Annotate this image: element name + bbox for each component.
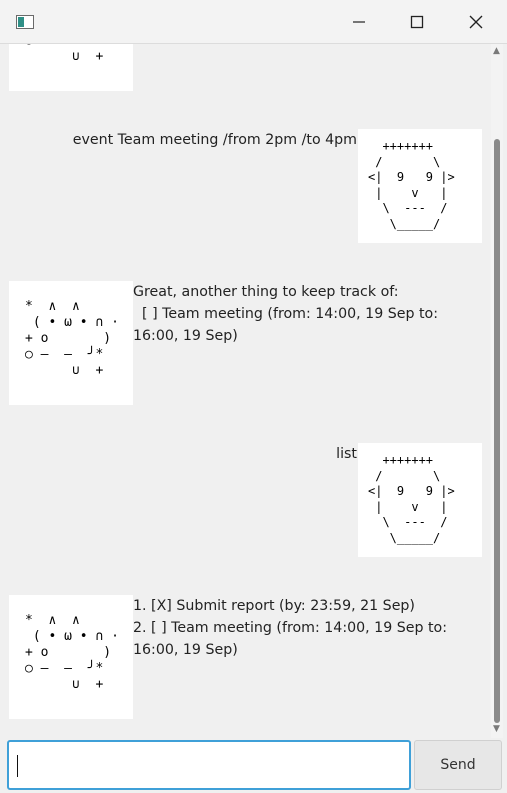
user-avatar: +++++++ / \ <| 9 9 |> | v | \ --- / \___… bbox=[358, 443, 482, 557]
chat-scroll-area[interactable]: * ∧ ∧ ( • ω • ∩ · + o ) ○ ― ― ╯* ∪ + eve… bbox=[0, 44, 507, 738]
chevron-up-icon[interactable]: ▲ bbox=[493, 46, 501, 56]
text-caret bbox=[17, 755, 18, 777]
maximize-icon bbox=[410, 15, 424, 29]
chevron-down-icon[interactable]: ▼ bbox=[493, 724, 501, 734]
user-avatar-art: +++++++ / \ <| 9 9 |> | v | \ --- / \___… bbox=[368, 453, 455, 545]
minimize-icon bbox=[353, 21, 365, 23]
user-avatar: +++++++ / \ <| 9 9 |> | v | \ --- / \___… bbox=[358, 129, 482, 243]
title-bar bbox=[0, 0, 507, 44]
window-app-icon bbox=[16, 15, 34, 29]
message-input[interactable] bbox=[7, 740, 411, 790]
bot-message-line: Great, another thing to keep track of: bbox=[133, 284, 399, 300]
send-button[interactable]: Send bbox=[414, 740, 502, 790]
bot-message-line: 2. [ ] Team meeting (from: 14:00, 19 Sep… bbox=[133, 620, 448, 658]
close-button[interactable] bbox=[447, 0, 505, 44]
scrollbar-thumb[interactable] bbox=[494, 139, 500, 723]
bot-message: 1. [X] Submit report (by: 23:59, 21 Sep)… bbox=[133, 595, 483, 661]
user-message: event Team meeting /from 2pm /to 4pm bbox=[72, 132, 357, 148]
user-message: list bbox=[336, 446, 357, 462]
bot-message-line: 1. [X] Submit report (by: 23:59, 21 Sep) bbox=[133, 598, 415, 614]
bot-avatar-art: * ∧ ∧ ( • ω • ∩ · + o ) ○ ― ― ╯* ∪ + bbox=[25, 299, 119, 378]
maximize-button[interactable] bbox=[388, 0, 446, 44]
bot-avatar: * ∧ ∧ ( • ω • ∩ · + o ) ○ ― ― ╯* ∪ + bbox=[9, 595, 133, 719]
bot-avatar: * ∧ ∧ ( • ω • ∩ · + o ) ○ ― ― ╯* ∪ + bbox=[9, 281, 133, 405]
bot-avatar: * ∧ ∧ ( • ω • ∩ · + o ) ○ ― ― ╯* ∪ + bbox=[9, 44, 133, 91]
bot-message-line: [ ] Team meeting (from: 14:00, 19 Sep to… bbox=[133, 306, 443, 344]
close-icon bbox=[469, 15, 483, 29]
bot-avatar-art: * ∧ ∧ ( • ω • ∩ · + o ) ○ ― ― ╯* ∪ + bbox=[25, 613, 119, 692]
user-avatar-art: +++++++ / \ <| 9 9 |> | v | \ --- / \___… bbox=[368, 139, 455, 231]
bot-avatar-art: * ∧ ∧ ( • ω • ∩ · + o ) ○ ― ― ╯* ∪ + bbox=[25, 44, 104, 64]
bot-message: Great, another thing to keep track of: [… bbox=[133, 281, 483, 347]
minimize-button[interactable] bbox=[330, 0, 388, 44]
